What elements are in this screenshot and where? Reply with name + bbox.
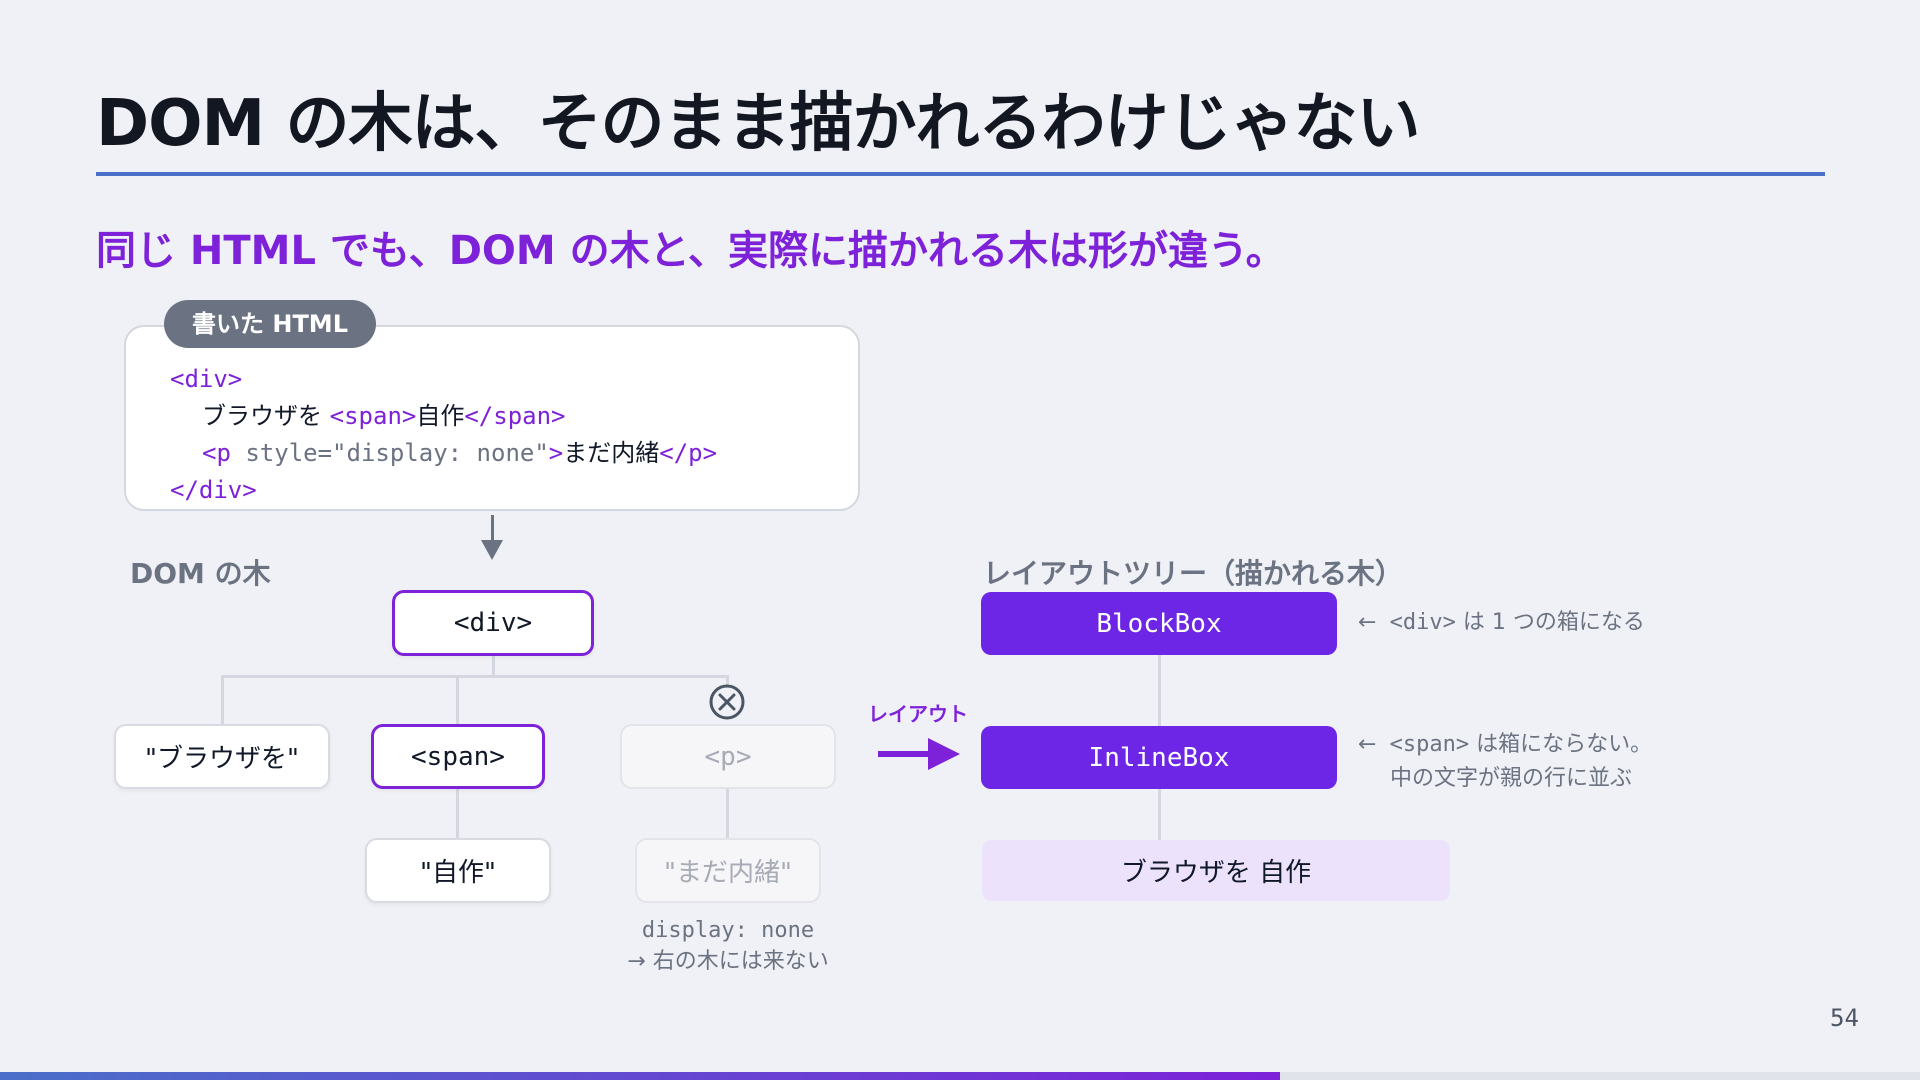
dom-connector-span-child bbox=[456, 789, 459, 839]
caption-line-2: → 右の木には来ない bbox=[597, 946, 859, 977]
code-card: <div> ブラウザを <span>自作</span> <p style="di… bbox=[124, 325, 860, 511]
display-none-caption: display: none → 右の木には来ない bbox=[597, 915, 859, 977]
dom-node-p: <p> bbox=[620, 724, 836, 789]
right-arrow-layout-icon bbox=[878, 738, 960, 770]
code-line-4: </div> bbox=[170, 472, 257, 509]
dom-node-span: <span> bbox=[371, 724, 545, 789]
code-span-inner: 自作 bbox=[416, 402, 465, 430]
code-line-3: <p style="display: none">まだ内緒</p> bbox=[202, 435, 717, 472]
left-arrow-icon: ← bbox=[1358, 610, 1377, 635]
down-arrow-icon bbox=[481, 540, 503, 560]
layout-connector-1 bbox=[1158, 654, 1161, 726]
code-span-close: </span> bbox=[464, 402, 566, 430]
note2-code: <span> bbox=[1376, 732, 1470, 757]
layout-arrow-label: レイアウト bbox=[868, 702, 968, 726]
code-card-label: 書いた HTML bbox=[164, 300, 376, 348]
dom-node-div: <div> bbox=[392, 590, 594, 656]
caption-line-1: display: none bbox=[641, 918, 815, 943]
dom-node-text-secret: "まだ内緒" bbox=[635, 838, 821, 903]
title-rule bbox=[96, 172, 1825, 176]
code-p-open: <p bbox=[202, 439, 231, 467]
dom-tree-label: DOM の木 bbox=[130, 557, 271, 590]
note2-line-2: 中の文字が親の行に並ぶ bbox=[1390, 766, 1633, 791]
right-arrow-icon: → bbox=[627, 949, 646, 974]
dom-connector-p-child bbox=[726, 789, 729, 839]
page-subtitle: 同じ HTML でも、DOM の木と、実際に描かれる木は形が違う。 bbox=[96, 228, 1286, 274]
caption-line-2-text: 右の木には来ない bbox=[645, 949, 829, 974]
dom-connector-root bbox=[492, 654, 495, 676]
note2-line-1: ← <span> は箱にならない。 bbox=[1358, 728, 1652, 762]
code-p-close: </p> bbox=[659, 439, 718, 467]
code-div-open: <div> bbox=[170, 365, 243, 393]
code-div-close: </div> bbox=[170, 476, 257, 504]
code-span-open: <span> bbox=[329, 402, 417, 430]
code-p-gt: > bbox=[548, 439, 564, 467]
left-arrow-icon: ← bbox=[1358, 732, 1377, 757]
dom-node-text-self: "自作" bbox=[365, 838, 551, 903]
circle-x-icon bbox=[709, 684, 745, 720]
note2-text: は箱にならない。 bbox=[1469, 732, 1653, 757]
note1-code: <div> bbox=[1376, 610, 1456, 635]
code-text-browser: ブラウザを bbox=[202, 402, 330, 430]
inline-box-note: ← <span> は箱にならない。 中の文字が親の行に並ぶ bbox=[1358, 728, 1652, 796]
code-p-attr: style="display: none" bbox=[230, 439, 549, 467]
text-run-box: ブラウザを 自作 bbox=[982, 840, 1450, 901]
note1-text: は 1 つの箱になる bbox=[1455, 610, 1645, 635]
dom-connector-horizontal bbox=[221, 675, 728, 678]
code-line-1: <div> bbox=[170, 361, 242, 398]
progress-fill bbox=[0, 1072, 1280, 1080]
inline-box: InlineBox bbox=[981, 726, 1337, 789]
block-box: BlockBox bbox=[981, 592, 1337, 655]
page-number: 54 bbox=[1830, 1004, 1859, 1032]
block-box-note: ← <div> は 1 つの箱になる bbox=[1358, 606, 1645, 640]
code-line-2: ブラウザを <span>自作</span> bbox=[202, 398, 566, 435]
dom-connector-text bbox=[221, 675, 224, 725]
layout-connector-2 bbox=[1158, 788, 1161, 840]
dom-node-text-browser: "ブラウザを" bbox=[114, 724, 330, 789]
code-p-inner: まだ内緒 bbox=[563, 439, 660, 467]
dom-connector-span bbox=[456, 675, 459, 725]
page-title: DOM の木は、そのまま描かれるわけじゃない bbox=[96, 87, 1420, 161]
layout-tree-label: レイアウトツリー（描かれる木） bbox=[983, 557, 1404, 590]
